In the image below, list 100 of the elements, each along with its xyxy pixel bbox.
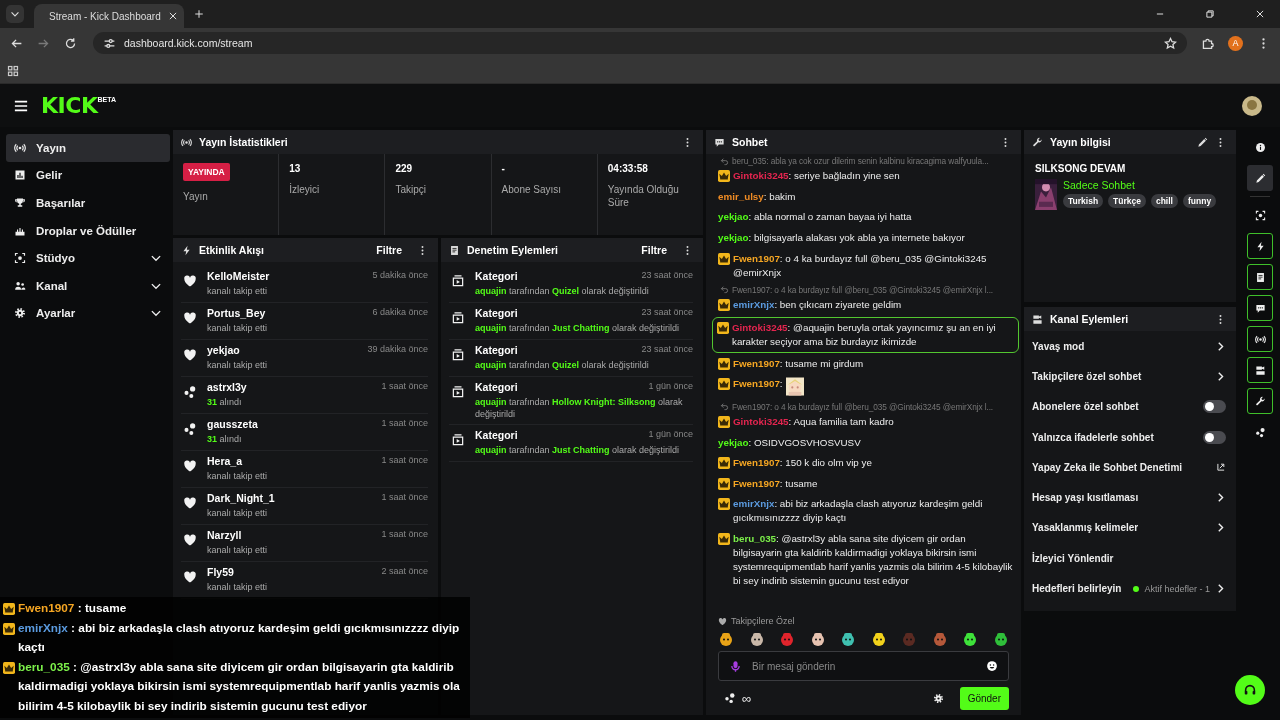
action-label[interactable]: Abonelere özel sohbet: [1032, 401, 1139, 413]
event-detail: kanalı takip etti: [207, 544, 269, 556]
camera-icon: [1254, 364, 1266, 376]
message-box[interactable]: Bir mesaj gönderin: [718, 651, 1009, 681]
action-time: 1 gün önce: [648, 381, 693, 393]
sidebar-item[interactable]: Droplar ve Ödüller: [6, 216, 170, 245]
close-icon[interactable]: [167, 11, 178, 21]
emote-icon[interactable]: [870, 631, 887, 647]
sidebar-item[interactable]: Kanal: [6, 271, 170, 300]
message-text: emir_ulsy: bakim: [718, 189, 797, 204]
message-text: yekjao: abla normal o zaman bayaa iyi hatta: [718, 210, 913, 225]
emote-icon[interactable]: [748, 631, 765, 647]
stat-value: 13: [289, 163, 302, 174]
tag-chip[interactable]: Turkish: [1063, 194, 1104, 208]
emote-icon[interactable]: [718, 631, 734, 647]
microphone-icon[interactable]: [729, 659, 742, 673]
toolbar-button[interactable]: [1247, 233, 1273, 259]
event-detail: kanalı takip etti: [207, 470, 269, 482]
category-icon: [451, 274, 465, 288]
crown-badge-icon: [3, 622, 15, 635]
apps-icon[interactable]: [7, 64, 19, 77]
event-time: 1 saat önce: [381, 455, 428, 467]
close-icon[interactable]: [1255, 9, 1265, 19]
reload-icon[interactable]: [64, 36, 77, 50]
user-name: gausszeta: [207, 418, 258, 430]
toolbar-button[interactable]: [1247, 326, 1273, 352]
tab-list-button[interactable]: [6, 5, 24, 23]
broadcast-icon: [14, 141, 26, 154]
menu-icon[interactable]: [14, 98, 28, 113]
emote-icon[interactable]: [992, 631, 1009, 647]
action-label[interactable]: Yalnızca ifadelerle sohbet: [1032, 431, 1154, 443]
sidebar-item[interactable]: Ayarlar: [6, 299, 170, 328]
sidebar-item[interactable]: Yayın: [6, 134, 170, 162]
toggle-switch[interactable]: [1203, 430, 1226, 444]
send-button[interactable]: Gönder: [959, 686, 1009, 710]
extensions-icon[interactable]: [1201, 36, 1214, 50]
reply-icon: [720, 402, 729, 412]
action-label[interactable]: Yavaş mod: [1032, 340, 1085, 352]
message-text: Gintoki3245: seriye bağladın yine sen: [733, 169, 901, 184]
toolbar-button[interactable]: [1247, 295, 1273, 321]
toolbar-button[interactable]: [1247, 165, 1273, 191]
avatar-icon[interactable]: [1242, 95, 1262, 116]
crown-badge-icon: [3, 661, 15, 674]
help-button[interactable]: [1235, 675, 1265, 705]
restore-icon[interactable]: [1205, 9, 1215, 19]
user-name: yekjao: [207, 344, 240, 356]
live-badge: YAYINDA: [183, 163, 230, 181]
reply-icon: [720, 156, 729, 166]
action-label[interactable]: Takipçilere özel sohbet: [1032, 370, 1142, 382]
heart-icon: [183, 533, 197, 547]
address-bar[interactable]: dashboard.kick.com/stream: [93, 32, 1187, 54]
panel-title: Yayın İstatistikleri: [199, 136, 288, 148]
toolbar-button[interactable]: [1247, 388, 1273, 414]
event-detail: kanalı takip etti: [207, 359, 269, 371]
filter-button[interactable]: Filtre: [641, 244, 667, 256]
points-balance: ∞: [742, 690, 752, 706]
browser-tab[interactable]: Stream - Kick Dashboard: [34, 4, 184, 28]
emoji-icon[interactable]: [986, 660, 998, 672]
message-text: yekjao: OSIDVGOSVHOSVUSV: [718, 435, 862, 450]
action-label[interactable]: İzleyici Yönlendir: [1032, 552, 1114, 564]
sidebar-item[interactable]: Stüdyo: [6, 244, 170, 272]
bookmark-star-icon[interactable]: [1164, 36, 1177, 50]
new-tab-icon[interactable]: [194, 9, 204, 19]
document-icon: [449, 244, 460, 256]
camera-icon: [1032, 313, 1043, 325]
toolbar-button[interactable]: [1247, 264, 1273, 290]
tag-chip[interactable]: Türkçe: [1108, 194, 1146, 208]
sidebar-item[interactable]: Gelir: [6, 161, 170, 190]
points-icon: [1254, 426, 1266, 438]
caret-icon: [10, 9, 20, 19]
tag-chip[interactable]: chill: [1150, 194, 1178, 208]
message-input[interactable]: Bir mesaj gönderin: [750, 659, 978, 673]
sidebar-item[interactable]: Başarılar: [6, 189, 170, 217]
category-icon: [451, 311, 465, 325]
broadcast-icon: [1254, 333, 1266, 345]
event-detail: 31 alındı: [207, 396, 243, 408]
settings-icon: [14, 307, 26, 320]
toggle-switch[interactable]: [1203, 400, 1226, 414]
emote-icon[interactable]: [840, 631, 857, 647]
site-info-icon[interactable]: [103, 36, 116, 50]
category-link[interactable]: Sadece Sohbet: [1063, 179, 1217, 191]
overlay-message: beru_035 : @astrxl3y abla sana site diyicem gir ordan bilgisayarin gta kaldirib kaldirmadigi yoklaya bikirsin ismi systemrequipmentlab harif yanlis yazmis ola bilirim 4-5 kilobaylik bi sey indirib sistemin gucunu test ediyor: [18, 658, 461, 715]
emote-icon[interactable]: [809, 631, 826, 647]
pencil-icon[interactable]: [1197, 136, 1208, 148]
toolbar-button[interactable]: [1247, 357, 1273, 383]
tag-chip[interactable]: funny: [1182, 194, 1217, 208]
action-label[interactable]: Hedefleri belirleyin: [1032, 583, 1122, 594]
action-title: Kategori: [475, 270, 518, 282]
panel-title: Denetim Eylemleri: [467, 244, 559, 256]
action-time: 23 saat önce: [641, 307, 693, 319]
kick-logo[interactable]: KICK: [41, 93, 98, 118]
action-label[interactable]: Yasaklanmış kelimeler: [1032, 522, 1139, 534]
action-label[interactable]: Hesap yaşı kısıtlaması: [1032, 492, 1139, 504]
settings-icon[interactable]: [932, 692, 944, 704]
stat-label: İzleyici: [289, 183, 321, 196]
emote-icon[interactable]: [962, 631, 979, 647]
action-label[interactable]: Yapay Zeka ile Sohbet Denetimi: [1032, 461, 1183, 473]
external-link-icon[interactable]: [1216, 462, 1226, 473]
action-time: 23 saat önce: [641, 270, 693, 282]
filter-button[interactable]: Filtre: [376, 244, 402, 256]
